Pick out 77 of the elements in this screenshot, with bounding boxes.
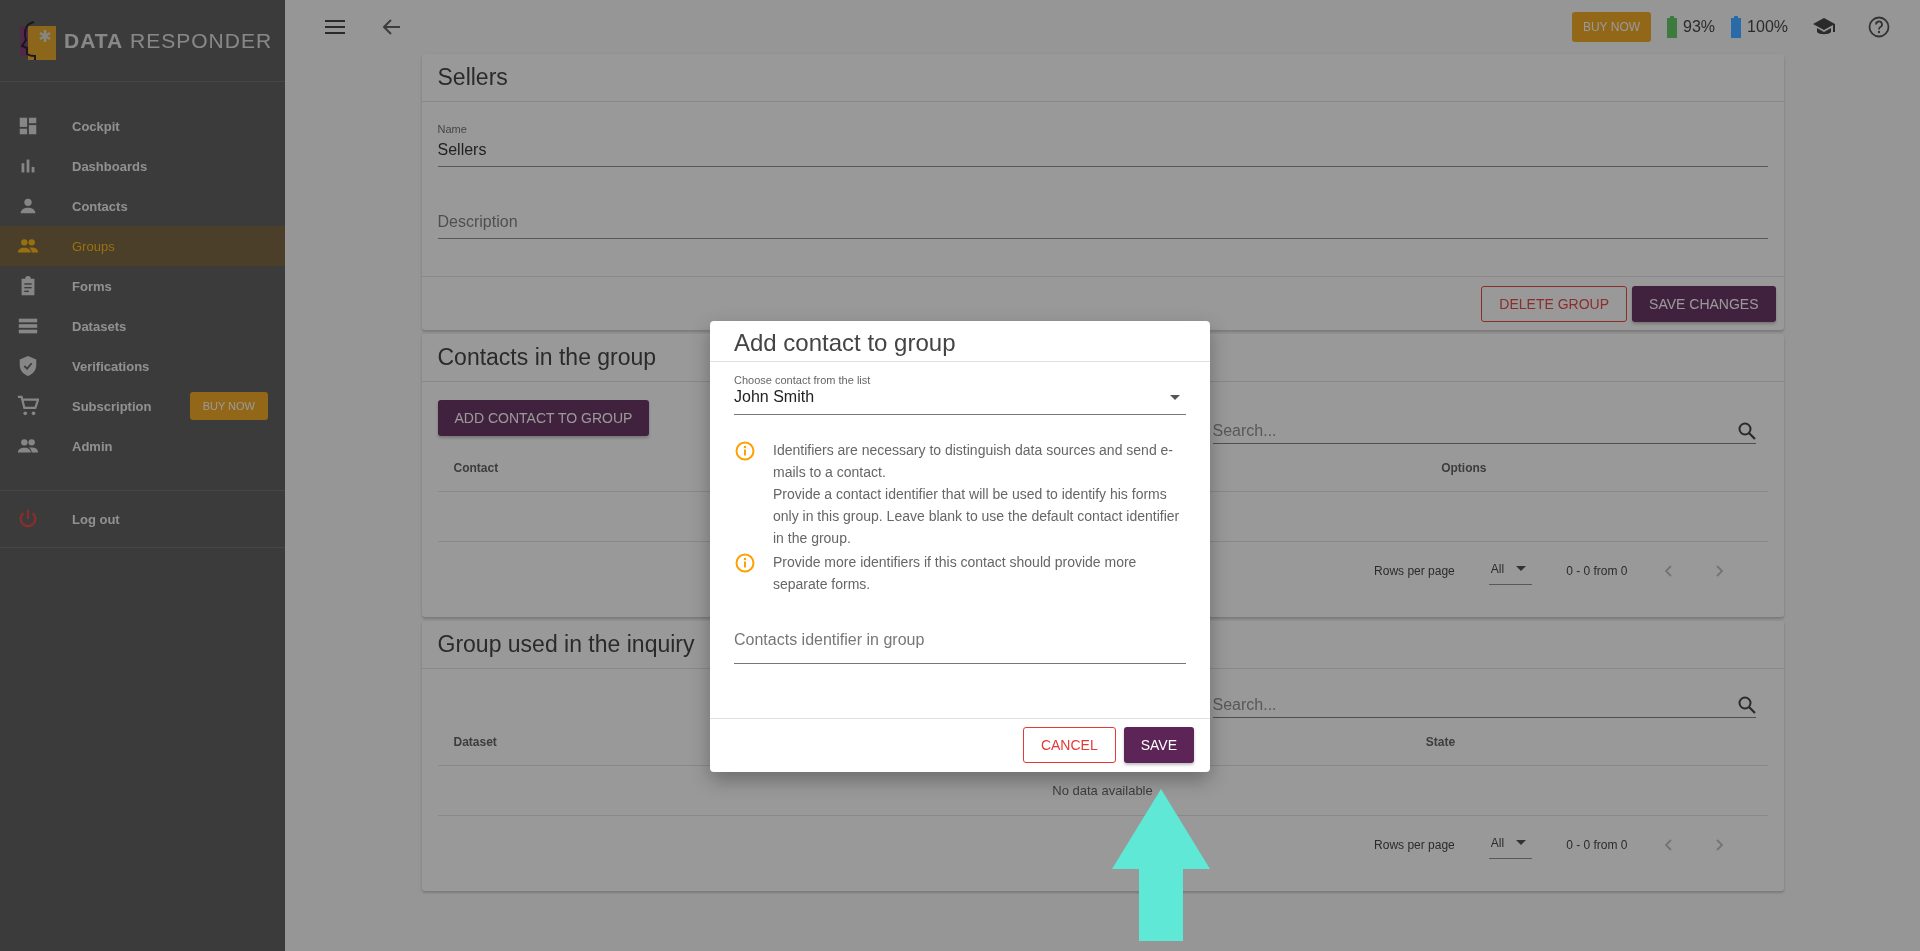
info-icon: [735, 441, 755, 461]
dashboard-icon: [17, 115, 39, 137]
nav-item[interactable]: Verifications: [0, 346, 285, 386]
dialog-title: Add contact to group: [710, 321, 1210, 362]
nav-item[interactable]: Cockpit: [0, 106, 285, 146]
nav-label: Admin: [72, 438, 114, 454]
save-button[interactable]: SAVE: [1123, 727, 1194, 763]
note-text: Identifiers are necessary to distinguish data sources and send e-mails to a contact.: [773, 441, 1174, 482]
search-field[interactable]: Search...: [1212, 422, 1756, 444]
name-field[interactable]: Name Sellers: [437, 123, 1768, 167]
nav-item[interactable]: Groups: [0, 226, 285, 266]
nav-item[interactable]: Subscription BUY NOW: [0, 386, 285, 426]
back-arrow-icon[interactable]: [383, 19, 401, 35]
dropdown-caret-icon: [1516, 566, 1527, 571]
note-text: Provide more identifiers if this contact should provide more separate forms.: [773, 553, 1138, 594]
description-field[interactable]: Description: [437, 213, 1768, 239]
search-placeholder: Search...: [1212, 696, 1277, 714]
help-icon[interactable]: [1868, 16, 1890, 38]
nav-label: Verifications: [72, 358, 151, 374]
logout-item[interactable]: Log out: [0, 491, 285, 547]
identifier-field[interactable]: Contacts identifier in group: [734, 631, 1186, 664]
info-icon: [735, 553, 755, 573]
nav-label: Datasets: [72, 318, 128, 334]
contact-select[interactable]: Choose contact from the list John Smith: [734, 370, 1186, 415]
nav-item[interactable]: Datasets: [0, 306, 285, 346]
dropdown-caret-icon: [1170, 394, 1180, 400]
battery-icon: [1731, 16, 1742, 38]
rows-per-page-label: Rows per page: [1374, 838, 1455, 852]
nav-label: Subscription: [72, 398, 153, 414]
logo-icon: [20, 19, 56, 62]
nav-item[interactable]: Admin: [0, 426, 285, 466]
column-header: Contact: [452, 460, 499, 475]
search-icon[interactable]: [1737, 422, 1756, 440]
search-icon[interactable]: [1737, 696, 1756, 714]
nav-label: Forms: [72, 278, 113, 294]
battery-reading: 100%: [1747, 18, 1788, 36]
buy-now-button[interactable]: BUY NOW: [1571, 12, 1652, 42]
shield-icon: [17, 355, 39, 377]
menu-icon[interactable]: [325, 20, 345, 34]
graduation-cap-icon[interactable]: [1812, 17, 1836, 37]
dropdown-caret-icon: [1516, 840, 1527, 845]
field-placeholder: Description: [437, 213, 519, 231]
field-label: Name: [437, 123, 468, 135]
search-field[interactable]: Search...: [1212, 696, 1756, 718]
nav-label: Cockpit: [72, 118, 121, 134]
page-range: 0 - 0 from 0: [1566, 838, 1628, 852]
note-text: Provide a contact identifier that will be used to identify his forms only in this group. Leave blank to use the default contact identifier in the group.: [773, 485, 1181, 548]
field-placeholder: Contacts identifier in group: [734, 631, 925, 648]
card-title: Sellers: [421, 54, 1784, 102]
save-changes-button[interactable]: SAVE CHANGES: [1632, 286, 1776, 322]
logo-text: DATA RESPONDER: [64, 28, 273, 53]
field-value: Sellers: [437, 141, 488, 159]
nav-item[interactable]: Forms: [0, 266, 285, 306]
add-contact-button[interactable]: ADD CONTACT TO GROUP: [437, 400, 650, 436]
column-header: State: [1424, 734, 1456, 749]
battery-icon: [1667, 16, 1678, 38]
rows-per-page-select[interactable]: All: [1488, 831, 1533, 859]
nav-item[interactable]: Dashboards: [0, 146, 285, 186]
delete-group-button[interactable]: DELETE GROUP: [1481, 286, 1628, 322]
rows-per-page-select[interactable]: All: [1488, 557, 1533, 585]
field-value: John Smith: [734, 388, 815, 406]
empty-message: No data available: [1052, 783, 1153, 798]
nav-label: Contacts: [72, 198, 129, 214]
search-placeholder: Search...: [1212, 422, 1277, 440]
page-range: 0 - 0 from 0: [1566, 564, 1628, 578]
nav-label: Dashboards: [72, 158, 149, 174]
power-icon: [17, 508, 39, 530]
nav-item[interactable]: Contacts: [0, 186, 285, 226]
nav-label: Log out: [72, 511, 121, 527]
cancel-button[interactable]: CANCEL: [1022, 727, 1116, 763]
nav-label: Groups: [72, 238, 116, 254]
battery-reading: 93%: [1683, 18, 1716, 36]
rows-per-page-label: Rows per page: [1374, 564, 1455, 578]
cart-icon: [17, 395, 39, 417]
column-header: Dataset: [452, 734, 497, 749]
buy-now-button[interactable]: BUY NOW: [189, 392, 268, 420]
column-header: Options: [1440, 460, 1487, 475]
